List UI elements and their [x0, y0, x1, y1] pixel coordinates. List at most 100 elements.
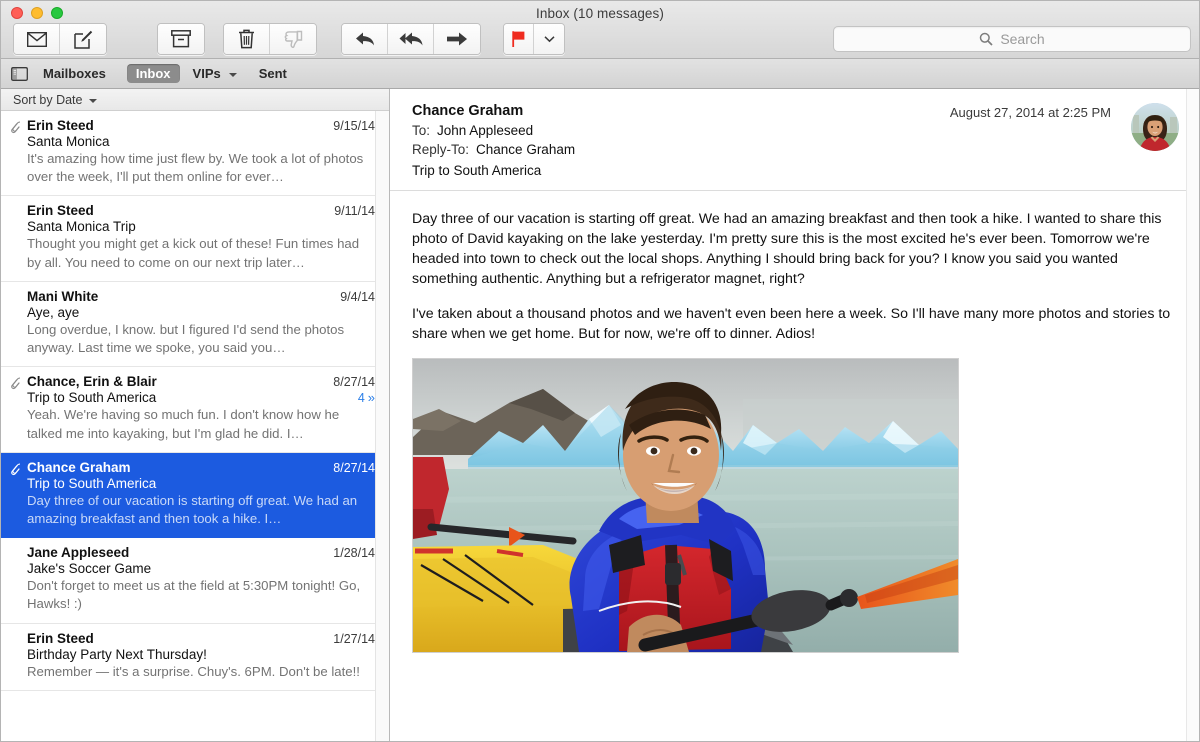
- message-list-item[interactable]: Chance, Erin & Blair 8/27/14 Trip to South…: [1, 367, 389, 453]
- message-subject: Trip to South America: [27, 475, 157, 491]
- toolbar-group-archive: [157, 23, 205, 55]
- reading-pane: Chance Graham To: John Appleseed Reply-T…: [390, 89, 1199, 741]
- message-subject: Santa Monica Trip: [27, 219, 136, 235]
- red-flag-icon: [510, 30, 527, 48]
- message-row-top: Chance Graham 8/27/14: [27, 460, 375, 475]
- attachment-image[interactable]: [412, 357, 959, 653]
- delete-button[interactable]: [224, 24, 270, 54]
- message-subject: Birthday Party Next Thursday!: [27, 646, 207, 662]
- message-list-item[interactable]: Erin Steed 9/15/14 Santa Monica It's amazin…: [1, 111, 389, 197]
- message-list-item[interactable]: Erin Steed 1/27/14 Birthday Party Next Thu…: [1, 624, 389, 691]
- message-list-item[interactable]: Erin Steed 9/11/14 Santa Monica Trip Though…: [1, 196, 389, 282]
- message-date: 1/27/14: [333, 631, 375, 646]
- toolbar-group-reply: [341, 23, 481, 55]
- toolbar-group-delete: [223, 23, 317, 55]
- reply-button[interactable]: [342, 24, 388, 54]
- sort-label: Sort by Date: [13, 92, 83, 107]
- message-date: 8/27/14: [333, 375, 375, 390]
- message-preview: Long overdue, I know. but I figured I'd …: [27, 321, 345, 356]
- message-date: 9/15/14: [333, 119, 375, 133]
- message-header: Chance Graham To: John Appleseed Reply-T…: [390, 89, 1199, 191]
- chevron-down-icon: [89, 98, 98, 103]
- message-list-item[interactable]: Jane Appleseed 1/28/14 Jake's Soccer Game D…: [1, 538, 389, 624]
- message-sender: Mani White: [27, 288, 99, 304]
- message-sender: Erin Steed: [27, 118, 94, 133]
- trash-icon: [238, 29, 255, 49]
- message-sender: Erin Steed: [27, 630, 94, 646]
- window-title: Inbox (10 messages): [536, 6, 664, 21]
- reply-arrow-icon: [354, 30, 376, 48]
- tab-inbox[interactable]: Inbox: [126, 64, 180, 83]
- message-row-top: Jane Appleseed 1/28/14: [27, 545, 375, 560]
- flag-menu-button[interactable]: [534, 24, 564, 54]
- favorites-bar: Mailboxes Inbox VIPs Sent: [1, 59, 1199, 89]
- message-preview: Thought you might get a kick out of thes…: [27, 236, 360, 270]
- message-reply-to-row: Reply-To: Chance Graham: [412, 142, 1175, 157]
- tab-vips[interactable]: VIPs: [184, 64, 246, 83]
- message-list-item[interactable]: Chance Graham 8/27/14 Trip to South Americ…: [1, 452, 389, 539]
- toolbar-group-flag: [503, 23, 565, 55]
- archive-icon: [171, 30, 191, 48]
- message-date: 8/27/14: [333, 460, 375, 475]
- message-preview: Day three of our vacation is starting of…: [27, 492, 358, 526]
- list-scrollbar[interactable]: [375, 111, 389, 741]
- flag-button[interactable]: [504, 24, 534, 54]
- message-row-top: Erin Steed 9/15/14: [27, 118, 375, 133]
- mail-window: Inbox (10 messages) Search Mailboxes Inb…: [0, 0, 1200, 742]
- paperclip-icon: [8, 462, 20, 477]
- tab-sent[interactable]: Sent: [250, 64, 296, 83]
- mailboxes-button[interactable]: Mailboxes: [34, 64, 115, 83]
- paperclip-icon: [8, 120, 20, 135]
- message-body: Day three of our vacation is starting of…: [390, 191, 1199, 663]
- to-label: To:: [412, 123, 431, 138]
- message-sender: Chance Graham: [27, 459, 131, 475]
- tab-vips-label: VIPs: [192, 66, 221, 81]
- search-icon: [979, 32, 993, 46]
- message-subject-line: Trip to South America: [27, 476, 375, 491]
- message-subject: Jake's Soccer Game: [27, 561, 152, 577]
- compose-button[interactable]: [60, 24, 106, 54]
- archive-button[interactable]: [158, 24, 204, 54]
- message-subject-line: Birthday Party Next Thursday!: [27, 647, 375, 662]
- message-subject: Santa Monica: [27, 134, 110, 149]
- message-row-top: Chance, Erin & Blair 8/27/14: [27, 374, 375, 389]
- get-mail-button[interactable]: [14, 24, 60, 54]
- forward-arrow-icon: [446, 31, 468, 47]
- message-subject-line: Jake's Soccer Game: [27, 561, 375, 576]
- tab-inbox-label: Inbox: [135, 66, 171, 81]
- to-value[interactable]: John Appleseed: [437, 123, 533, 138]
- mailboxes-label: Mailboxes: [43, 66, 106, 81]
- message-subject-line: Santa Monica: [27, 134, 375, 149]
- message-preview: Don't forget to meet us at the field at …: [27, 578, 361, 612]
- message-preview: Yeah. We're having so much fun. I don't …: [27, 407, 340, 441]
- search-placeholder: Search: [1000, 31, 1045, 47]
- tab-sent-label: Sent: [258, 66, 287, 81]
- body-paragraph-2: I've taken about a thousand photos and w…: [412, 305, 1171, 342]
- sidebar-toggle-icon[interactable]: [11, 66, 28, 81]
- junk-button[interactable]: [270, 24, 316, 54]
- chevron-down-icon: [228, 72, 237, 77]
- reply-to-label: Reply-To:: [412, 142, 470, 157]
- double-chevron-right-icon: »: [367, 390, 375, 406]
- main-split: Sort by Date Erin Steed 9/15/14 Santa Moni…: [1, 89, 1199, 741]
- message-list-pane: Sort by Date Erin Steed 9/15/14 Santa Moni…: [1, 89, 390, 741]
- chevron-down-icon: [543, 35, 555, 43]
- message-to-row: To: John Appleseed: [412, 123, 1175, 138]
- message-row-top: Mani White 9/4/14: [27, 289, 375, 304]
- title-bar: Inbox (10 messages) Search: [1, 1, 1199, 59]
- thread-count-value: 4: [357, 391, 365, 406]
- message-list-item[interactable]: Mani White 9/4/14 Aye, aye Long overdue, I …: [1, 282, 389, 368]
- message-date: 1/28/14: [333, 546, 375, 561]
- message-subject-line: Aye, aye: [27, 305, 375, 320]
- sort-bar[interactable]: Sort by Date: [1, 89, 389, 111]
- reading-scrollbar[interactable]: [1186, 89, 1199, 741]
- thumbs-down-icon: [284, 30, 303, 49]
- message-preview: It's amazing how time just flew by. We t…: [27, 151, 364, 185]
- search-input[interactable]: Search: [833, 26, 1191, 52]
- reply-all-button[interactable]: [388, 24, 434, 54]
- forward-button[interactable]: [434, 24, 480, 54]
- message-list[interactable]: Erin Steed 9/15/14 Santa Monica It's amazin…: [1, 111, 389, 741]
- message-subject-line: Santa Monica Trip: [27, 219, 375, 234]
- thread-count-badge[interactable]: 4»: [358, 390, 375, 405]
- reply-to-value[interactable]: Chance Graham: [476, 142, 575, 157]
